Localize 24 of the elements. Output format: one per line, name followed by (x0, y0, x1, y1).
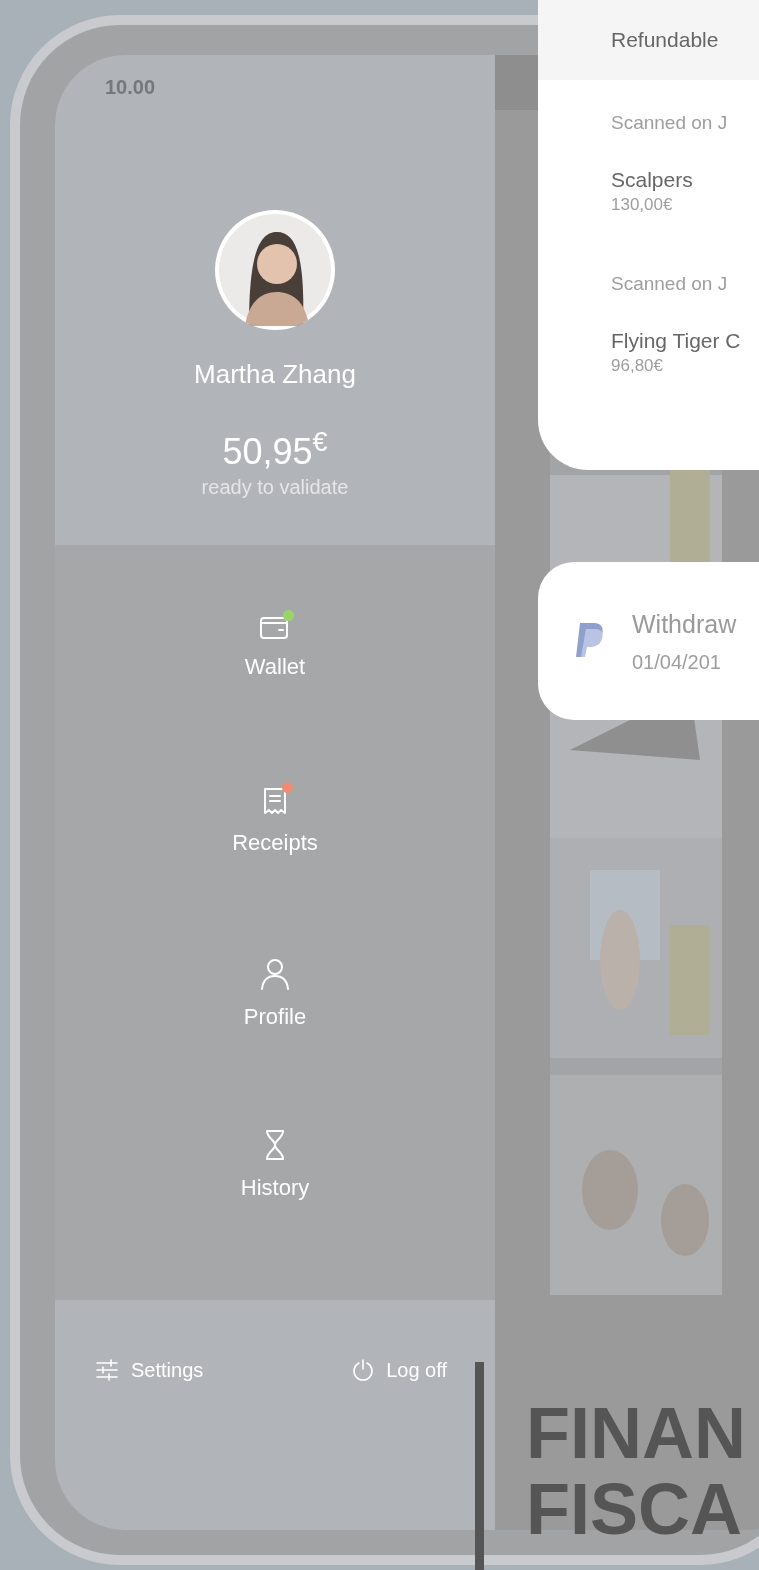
power-icon (352, 1358, 375, 1382)
card-title: Refundable (611, 27, 719, 54)
footer-link[interactable]: Log off (352, 1356, 447, 1384)
menu-item[interactable]: History (175, 1128, 375, 1300)
sliders-icon (95, 1359, 119, 1381)
store-name: Flying Tiger C (611, 328, 741, 354)
footer-link[interactable]: Settings (95, 1356, 204, 1384)
withdraw-date: 01/04/201 (632, 650, 722, 675)
scanned-date: Scanned on J (611, 111, 728, 135)
receipt-amount: 96,80€ (611, 355, 663, 377)
headline-text: FINAN (526, 1395, 746, 1471)
status-time: 10.00 (105, 75, 156, 99)
withdraw-title: Withdraw (632, 609, 737, 640)
hourglass-icon (263, 1128, 287, 1163)
store-name: Scalpers (611, 167, 693, 193)
user-icon (259, 956, 291, 991)
user-name: Martha Zhang (194, 358, 356, 390)
receipt-amount: 130,00€ (611, 194, 673, 216)
menu-item[interactable]: Wallet (175, 613, 375, 785)
menu-item[interactable]: Profile (175, 956, 375, 1129)
balance-amount: 50,95$^{€}$ (222, 430, 328, 474)
headline-text: FISCA (526, 1471, 743, 1547)
scanned-date: Scanned on J (611, 272, 728, 296)
menu-item[interactable]: Receipts (175, 784, 375, 957)
